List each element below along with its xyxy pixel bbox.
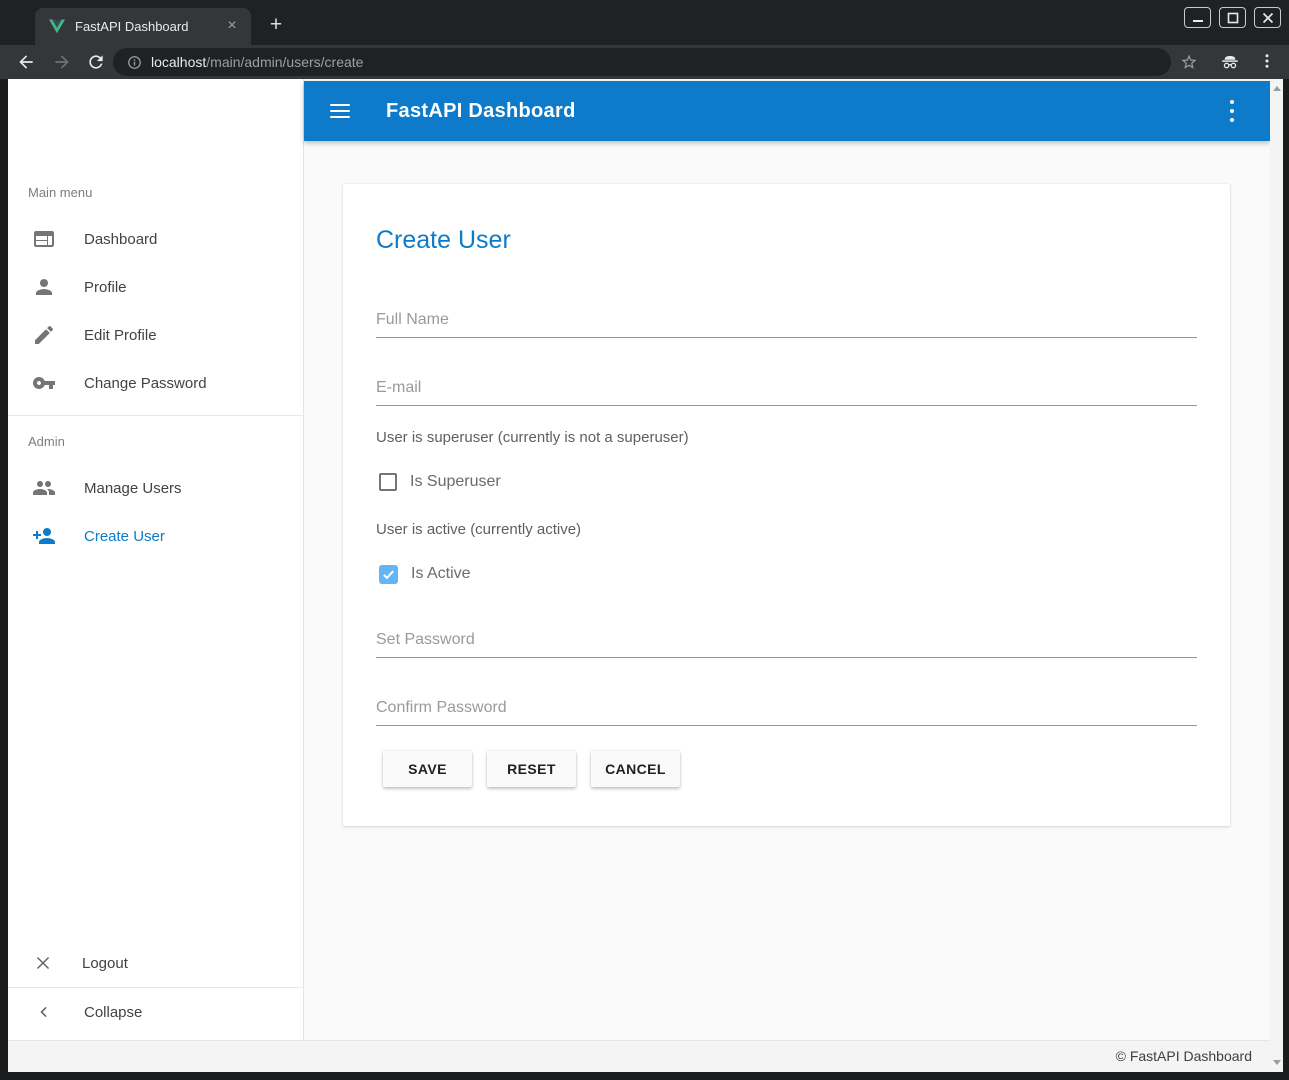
confirm-password-input[interactable]	[376, 690, 1197, 726]
save-button[interactable]: SAVE	[383, 751, 472, 787]
window-maximize-button[interactable]	[1219, 7, 1246, 28]
sidebar-item-label: Logout	[82, 955, 128, 972]
address-bar[interactable]: localhost/main/admin/users/create	[113, 48, 1171, 76]
window-controls	[1184, 7, 1281, 28]
browser-menu-kebab-icon[interactable]	[1258, 52, 1276, 70]
is-active-checkbox[interactable]: Is Active	[379, 564, 471, 584]
email-input[interactable]	[376, 370, 1197, 406]
person-icon	[32, 275, 56, 299]
active-hint: User is active (currently active)	[376, 521, 581, 538]
sidebar-item-create-user[interactable]: Create User	[8, 512, 304, 560]
appbar-kebab-icon[interactable]	[1224, 100, 1240, 122]
checkbox-unchecked-icon[interactable]	[379, 473, 397, 491]
copyright-text: © FastAPI Dashboard	[1116, 1048, 1252, 1064]
is-superuser-checkbox[interactable]: Is Superuser	[379, 472, 501, 492]
superuser-hint: User is superuser (currently is not a su…	[376, 429, 689, 446]
set-password-field	[376, 622, 1197, 658]
sidebar-item-label: Manage Users	[84, 480, 182, 497]
forward-icon[interactable]	[52, 52, 72, 72]
sidebar-item-label: Profile	[84, 279, 127, 296]
sidebar-item-label: Edit Profile	[84, 327, 157, 344]
full-name-input[interactable]	[376, 302, 1197, 338]
url-path: /main/admin/users/create	[206, 54, 363, 70]
sidebar-section-main-menu: Main menu	[28, 185, 92, 200]
sidebar-item-label: Change Password	[84, 375, 207, 392]
confirm-password-field	[376, 690, 1197, 726]
email-field	[376, 370, 1197, 406]
url-text: localhost/main/admin/users/create	[151, 54, 363, 70]
browser-tab-strip: FastAPI Dashboard × +	[0, 0, 1289, 45]
app-bar: FastAPI Dashboard	[304, 81, 1270, 141]
close-icon	[32, 952, 54, 974]
bookmark-star-icon[interactable]	[1180, 53, 1198, 71]
browser-tab[interactable]: FastAPI Dashboard ×	[35, 8, 251, 45]
back-icon[interactable]	[16, 52, 36, 72]
sidebar-item-label: Dashboard	[84, 231, 157, 248]
window-minimize-button[interactable]	[1184, 7, 1211, 28]
form-actions: SAVE RESET CANCEL	[383, 751, 680, 787]
checkbox-label: Is Active	[411, 565, 471, 583]
pencil-icon	[32, 323, 56, 347]
sidebar-item-label: Collapse	[84, 1004, 142, 1021]
sidebar-item-profile[interactable]: Profile	[8, 263, 304, 311]
checkbox-label: Is Superuser	[410, 473, 501, 491]
page-content: Main menu Dashboard Profile Edit Profile…	[8, 79, 1283, 1072]
sidebar-item-logout[interactable]: Logout	[8, 939, 304, 987]
person-add-icon	[32, 524, 56, 548]
url-host: localhost	[151, 54, 206, 70]
sidebar-divider	[8, 415, 304, 416]
sidebar-item-dashboard[interactable]: Dashboard	[8, 215, 304, 263]
reset-button[interactable]: RESET	[487, 751, 576, 787]
incognito-icon	[1219, 51, 1241, 73]
full-name-field	[376, 302, 1197, 338]
people-icon	[32, 476, 56, 500]
site-info-icon[interactable]	[127, 55, 142, 70]
form-title: Create User	[376, 226, 511, 255]
vue-logo-icon	[49, 19, 65, 34]
sidebar: Main menu Dashboard Profile Edit Profile…	[8, 79, 304, 1040]
checkbox-checked-icon[interactable]	[379, 565, 398, 584]
cancel-button[interactable]: CANCEL	[591, 751, 680, 787]
sidebar-item-collapse[interactable]: Collapse	[8, 988, 304, 1036]
vertical-scrollbar[interactable]	[1270, 79, 1283, 1072]
set-password-input[interactable]	[376, 622, 1197, 658]
new-tab-button[interactable]: +	[262, 12, 290, 40]
hamburger-menu-icon[interactable]	[330, 104, 350, 118]
page-footer: © FastAPI Dashboard	[8, 1040, 1270, 1072]
sidebar-item-change-password[interactable]: Change Password	[8, 359, 304, 407]
sidebar-item-manage-users[interactable]: Manage Users	[8, 464, 304, 512]
app-title: FastAPI Dashboard	[386, 100, 576, 123]
web-icon	[32, 227, 56, 251]
sidebar-item-label: Create User	[84, 528, 165, 545]
tab-close-icon[interactable]: ×	[223, 18, 241, 36]
reload-icon[interactable]	[86, 52, 106, 72]
key-icon	[32, 371, 56, 395]
sidebar-item-edit-profile[interactable]: Edit Profile	[8, 311, 304, 359]
browser-toolbar: localhost/main/admin/users/create	[0, 45, 1289, 79]
window-close-button[interactable]	[1254, 7, 1281, 28]
create-user-card: Create User User is superuser (currently…	[343, 184, 1230, 826]
scrollbar-down-arrow-icon[interactable]	[1273, 1060, 1281, 1065]
chevron-left-icon	[34, 1002, 54, 1022]
tab-title: FastAPI Dashboard	[75, 19, 223, 34]
scrollbar-up-arrow-icon[interactable]	[1273, 86, 1281, 91]
sidebar-section-admin: Admin	[28, 434, 65, 449]
